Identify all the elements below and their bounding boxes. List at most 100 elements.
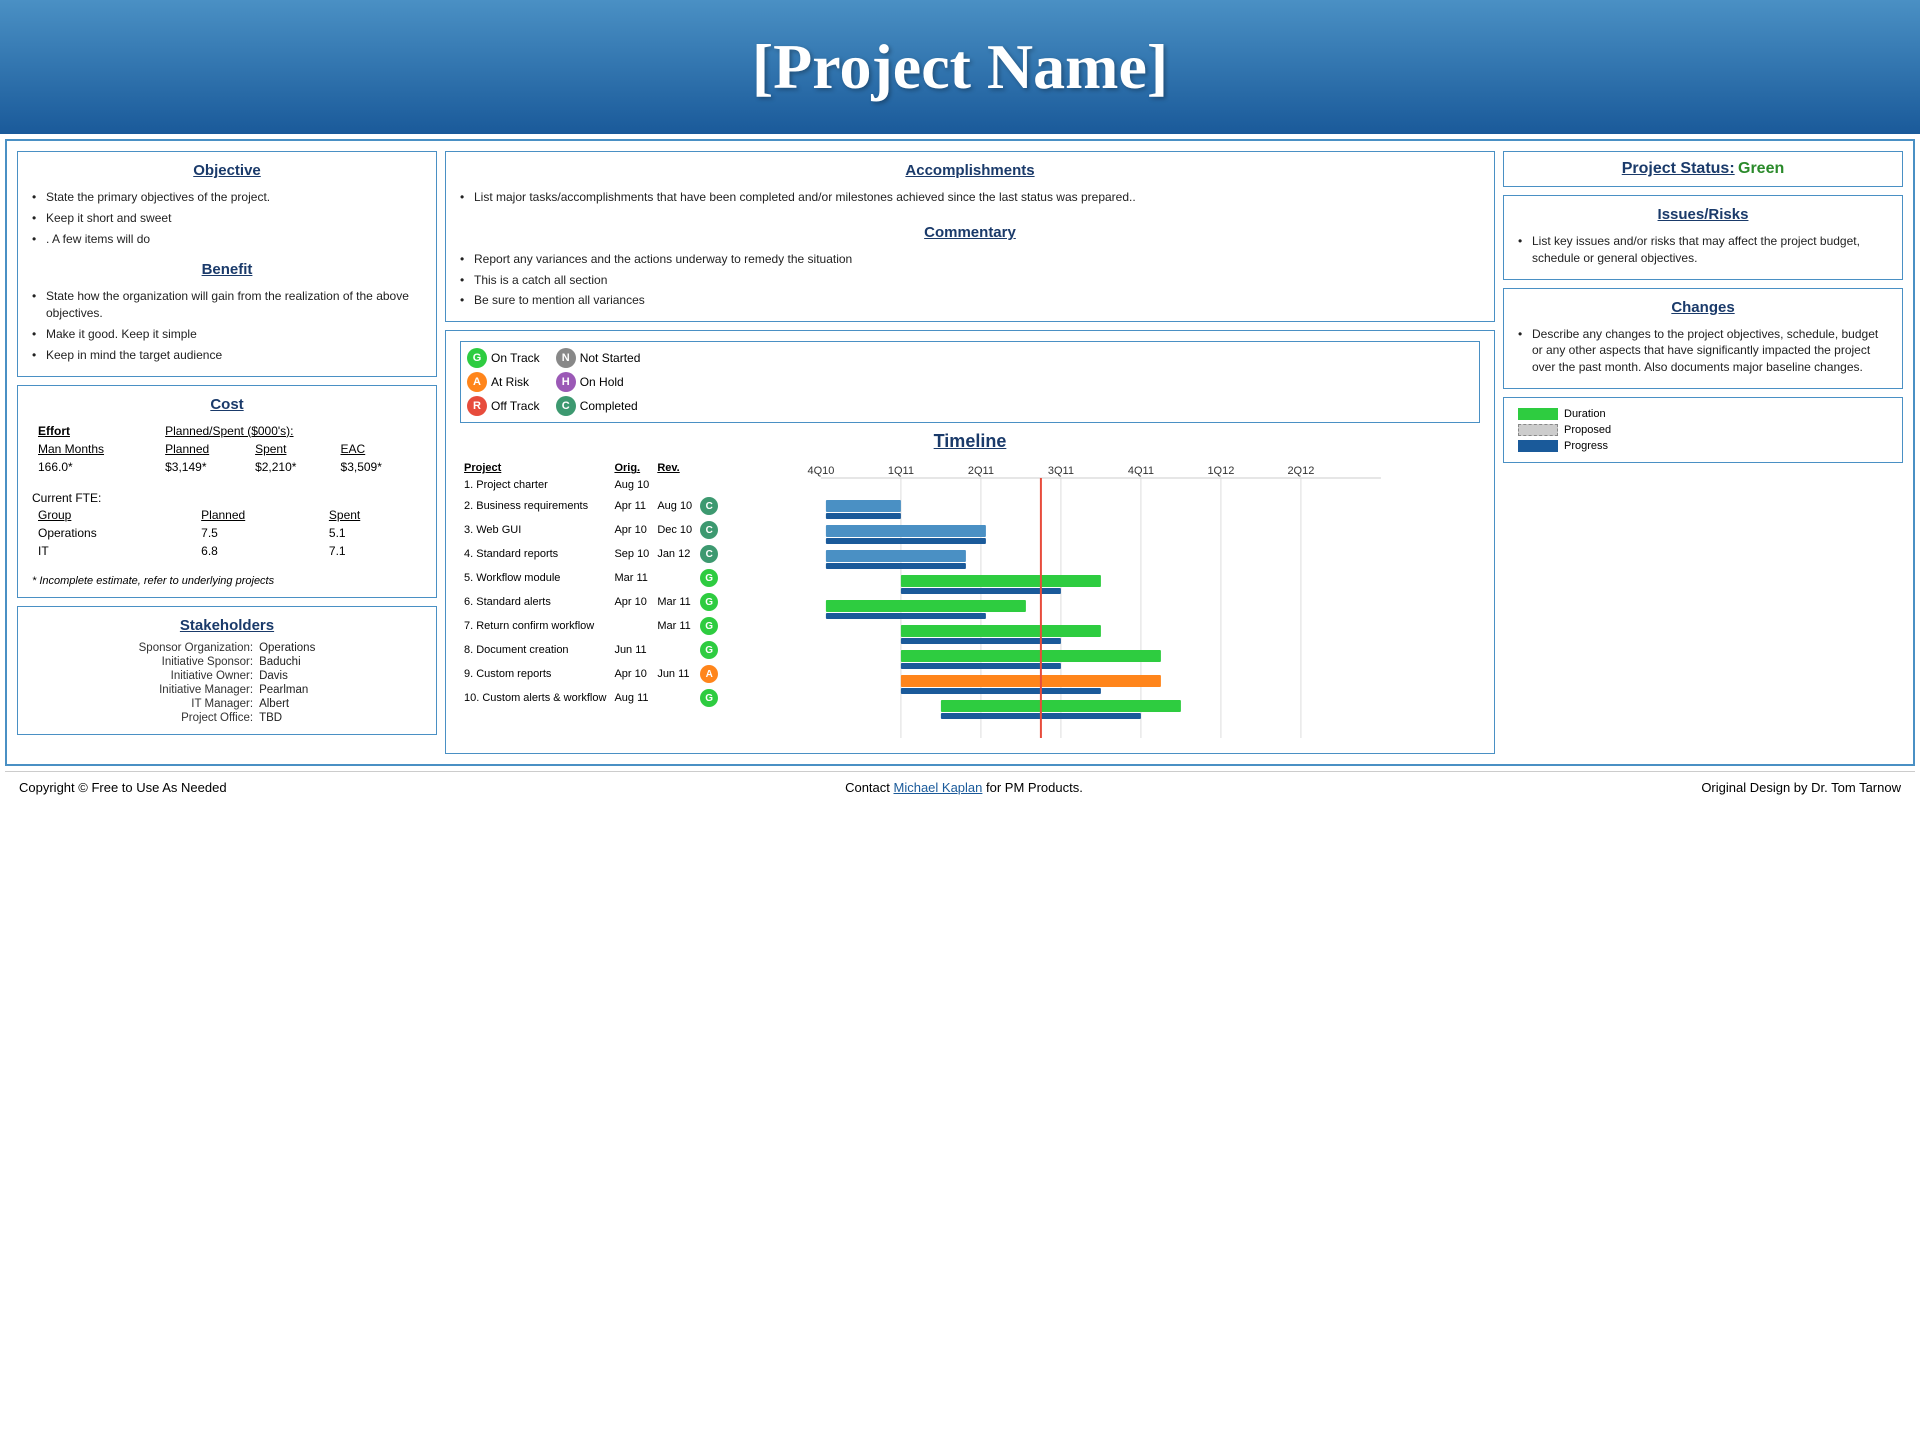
- svg-text:2Q12: 2Q12: [1288, 465, 1315, 477]
- stakeholders-grid: Sponsor Organization: Operations Initiat…: [32, 642, 422, 724]
- legend-progress: Progress: [1518, 440, 1608, 452]
- col-orig: Orig.: [610, 460, 653, 476]
- benefit-item: Make it good. Keep it simple: [32, 324, 422, 345]
- on-hold-icon: H: [556, 372, 576, 392]
- bar-legend-section: Duration Proposed Progress: [1503, 397, 1903, 463]
- col-rev: Rev.: [653, 460, 696, 476]
- project-orig-3: Sep 10: [610, 542, 653, 566]
- changes-title: Changes: [1518, 299, 1888, 316]
- fte-row-1-group: IT: [34, 543, 195, 559]
- page-title: [Project Name]: [20, 30, 1900, 104]
- benefit-list: State how the organization will gain fro…: [32, 286, 422, 365]
- accomplishments-item: List major tasks/accomplishments that ha…: [460, 187, 1480, 208]
- project-status-value: Green: [1738, 160, 1784, 177]
- svg-text:3Q11: 3Q11: [1048, 465, 1074, 477]
- footer-middle-link[interactable]: Michael Kaplan: [894, 780, 983, 795]
- cost-section: Cost Effort Planned/Spent ($000's): Man …: [17, 385, 437, 598]
- svg-text:2Q11: 2Q11: [968, 465, 994, 477]
- changes-item: Describe any changes to the project obje…: [1518, 324, 1888, 378]
- project-row-8: 9. Custom reports Apr 10 Jun 11 A: [460, 662, 722, 686]
- commentary-list: Report any variances and the actions und…: [460, 249, 1480, 311]
- on-track-icon: G: [467, 348, 487, 368]
- project-name-2: 3. Web GUI: [460, 518, 610, 542]
- svg-text:1Q11: 1Q11: [888, 465, 914, 477]
- bar-legend: Duration Proposed Progress: [1518, 408, 1888, 452]
- project-row-1: 2. Business requirements Apr 11 Aug 10 C: [460, 494, 722, 518]
- svg-text:4Q10: 4Q10: [808, 465, 835, 477]
- issues-risks-item: List key issues and/or risks that may af…: [1518, 231, 1888, 269]
- val-man-months: 166.0*: [34, 459, 159, 475]
- changes-section: Changes Describe any changes to the proj…: [1503, 288, 1903, 389]
- issues-risks-title: Issues/Risks: [1518, 206, 1888, 223]
- legend-on-hold: H On Hold: [556, 372, 641, 392]
- legend-duration: Duration: [1518, 408, 1606, 420]
- legend-completed: C Completed: [556, 396, 641, 416]
- project-rev-7: [653, 638, 696, 662]
- cost-title: Cost: [32, 396, 422, 413]
- col-man-months: Man Months: [34, 441, 159, 457]
- project-name-4: 5. Workflow module: [460, 566, 610, 590]
- project-rev-0: [653, 476, 696, 494]
- project-rev-4: [653, 566, 696, 590]
- fte-col-spent: Spent: [325, 507, 420, 523]
- status-g-7: G: [700, 641, 718, 659]
- project-status-section: Project Status: Green: [1503, 151, 1903, 187]
- on-hold-label: On Hold: [580, 375, 624, 389]
- fte-row-1-planned: 6.8: [197, 543, 323, 559]
- proposed-label: Proposed: [1564, 424, 1611, 436]
- objective-item: State the primary objectives of the proj…: [32, 187, 422, 208]
- project-rev-3: Jan 12: [653, 542, 696, 566]
- project-name-5: 6. Standard alerts: [460, 590, 610, 614]
- project-orig-0: Aug 10: [610, 476, 653, 494]
- project-name-6: 7. Return confirm workflow: [460, 614, 610, 638]
- stakeholder-label-2: Initiative Owner:: [32, 670, 253, 682]
- fte-col-group: Group: [34, 507, 195, 523]
- accomplishments-section: Accomplishments List major tasks/accompl…: [445, 151, 1495, 322]
- project-name-3: 4. Standard reports: [460, 542, 610, 566]
- objective-list: State the primary objectives of the proj…: [32, 187, 422, 249]
- middle-column: Accomplishments List major tasks/accompl…: [445, 151, 1495, 754]
- commentary-title: Commentary: [460, 224, 1480, 241]
- cost-footnote: * Incomplete estimate, refer to underlyi…: [32, 575, 422, 587]
- completed-label: Completed: [580, 399, 638, 413]
- off-track-icon: R: [467, 396, 487, 416]
- not-started-label: Not Started: [580, 351, 641, 365]
- gantt-svg: 4Q10 1Q11 2Q11 3Q11 4Q11 1Q12 2Q12: [722, 460, 1480, 740]
- project-name-0: 1. Project charter: [460, 476, 610, 494]
- timeline-legend: G On Track A At Risk R Off Track N: [460, 341, 1480, 423]
- footer-middle: Contact Michael Kaplan for PM Products.: [845, 780, 1083, 795]
- col-project: Project: [460, 460, 610, 476]
- project-name-8: 9. Custom reports: [460, 662, 610, 686]
- project-orig-5: Apr 10: [610, 590, 653, 614]
- project-status-title: Project Status:: [1622, 160, 1735, 177]
- header: [Project Name]: [0, 0, 1920, 134]
- project-name-7: 8. Document creation: [460, 638, 610, 662]
- project-orig-8: Apr 10: [610, 662, 653, 686]
- footer-middle-suffix: for PM Products.: [982, 780, 1082, 795]
- project-rev-5: Mar 11: [653, 590, 696, 614]
- col-spent: Spent: [251, 441, 334, 457]
- stakeholders-title: Stakeholders: [32, 617, 422, 634]
- project-name-1: 2. Business requirements: [460, 494, 610, 518]
- status-a-8: A: [700, 665, 718, 683]
- legend-not-started: N Not Started: [556, 348, 641, 368]
- project-row-2: 3. Web GUI Apr 10 Dec 10 C: [460, 518, 722, 542]
- objective-item: Keep it short and sweet: [32, 208, 422, 229]
- benefit-item: State how the organization will gain fro…: [32, 286, 422, 324]
- objective-title: Objective: [32, 162, 422, 179]
- project-rev-2: Dec 10: [653, 518, 696, 542]
- benefit-title: Benefit: [32, 261, 422, 278]
- stakeholder-label-3: Initiative Manager:: [32, 684, 253, 696]
- project-rev-6: Mar 11: [653, 614, 696, 638]
- stakeholder-label-0: Sponsor Organization:: [32, 642, 253, 654]
- effort-label: Effort: [34, 423, 159, 439]
- commentary-item-2: Be sure to mention all variances: [460, 290, 1480, 311]
- fte-table: Group Planned Spent Operations 7.5 5.1 I…: [32, 505, 422, 561]
- objective-item: . A few items will do: [32, 229, 422, 250]
- stakeholder-label-5: Project Office:: [32, 712, 253, 724]
- fte-row-1-spent: 7.1: [325, 543, 420, 559]
- project-row-4: 5. Workflow module Mar 11 G: [460, 566, 722, 590]
- fte-label: Current FTE:: [32, 491, 422, 505]
- project-orig-1: Apr 11: [610, 494, 653, 518]
- proposed-bar: [1518, 424, 1558, 436]
